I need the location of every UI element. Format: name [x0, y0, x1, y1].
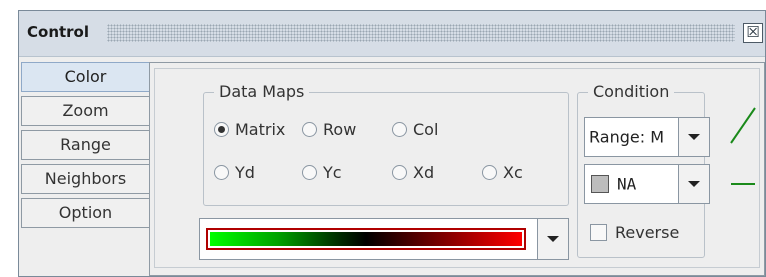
connector-line-range: [730, 107, 756, 144]
color-settings-area: Data Maps Matrix Row Col Yd Yc Xd Xc Con…: [154, 68, 760, 268]
window-title: Control: [27, 23, 90, 41]
tab-neighbors[interactable]: Neighbors: [21, 164, 149, 194]
color-tab-panel: Data Maps Matrix Row Col Yd Yc Xd Xc Con…: [149, 62, 765, 276]
tab-list: Color Zoom Range Neighbors Option: [21, 62, 149, 276]
tab-zoom[interactable]: Zoom: [21, 96, 149, 126]
title-bar[interactable]: Control ☒: [19, 11, 765, 57]
connector-lines: [730, 107, 756, 185]
tab-color[interactable]: Color: [21, 62, 149, 92]
tab-option[interactable]: Option: [21, 198, 149, 228]
title-bar-grip[interactable]: [107, 24, 735, 42]
close-icon[interactable]: ☒: [743, 23, 763, 43]
tab-range[interactable]: Range: [21, 130, 149, 160]
control-window: Control ☒ Color Zoom Range Neighbors Opt…: [18, 10, 766, 277]
